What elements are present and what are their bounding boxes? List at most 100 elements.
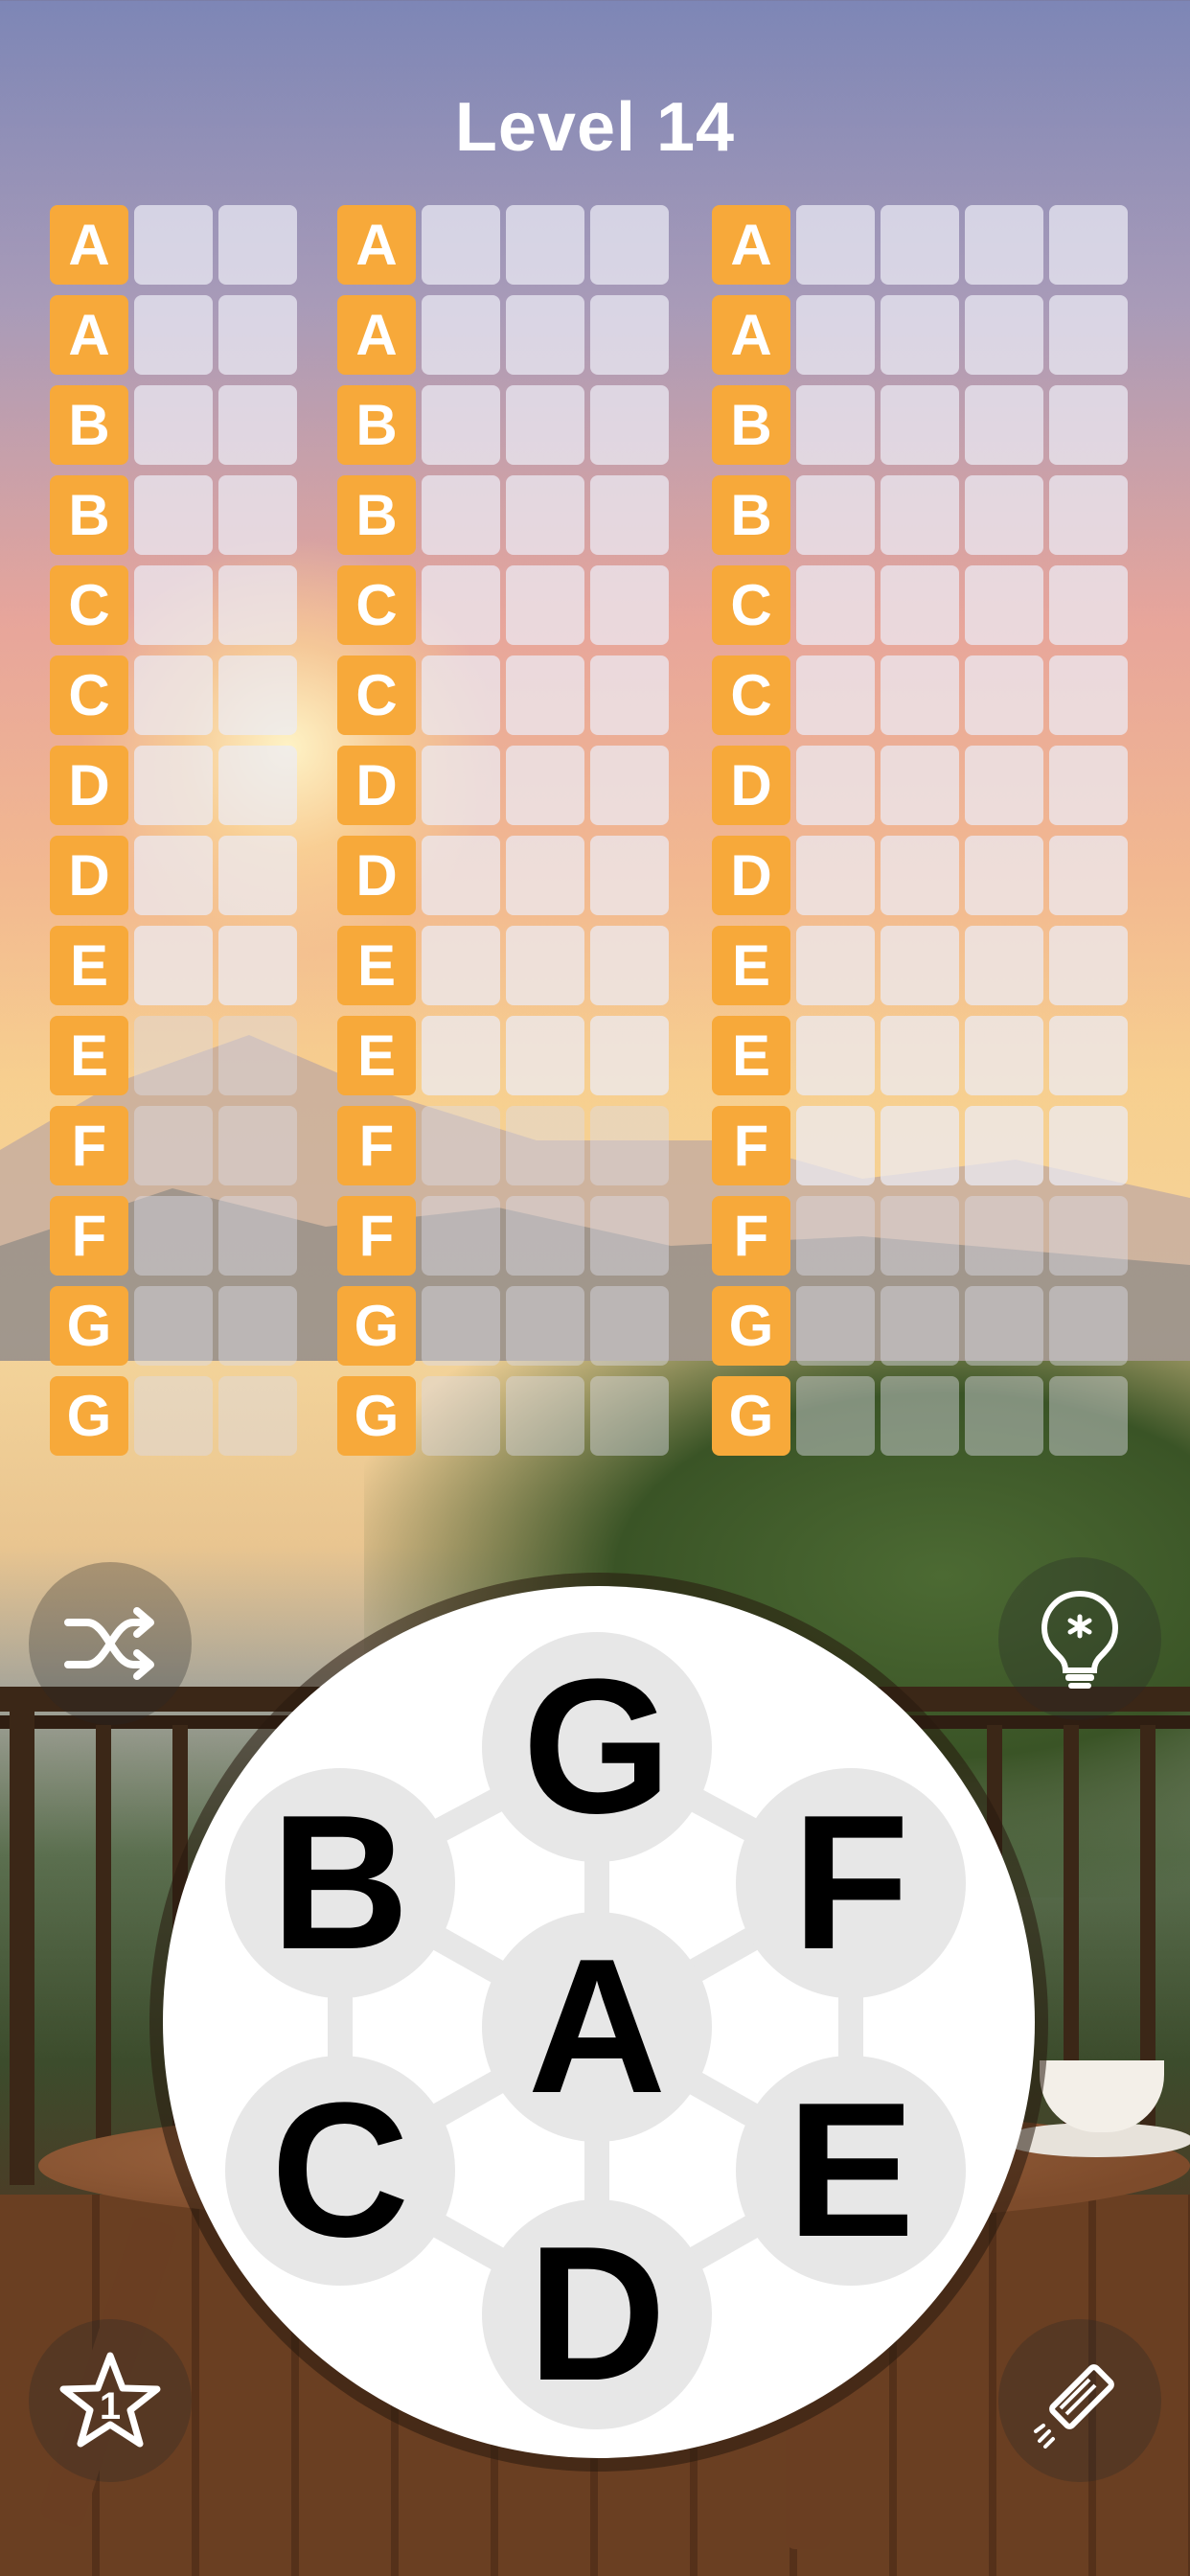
empty-tile bbox=[965, 475, 1043, 555]
wheel-letter-b[interactable]: B bbox=[225, 1768, 455, 1998]
word-row: C bbox=[337, 565, 669, 645]
empty-tile bbox=[965, 836, 1043, 915]
wheel-letter-d[interactable]: D bbox=[482, 2199, 712, 2429]
wheel-letter-f[interactable]: F bbox=[736, 1768, 966, 1998]
empty-tile bbox=[796, 1016, 875, 1095]
empty-tile bbox=[422, 746, 500, 825]
empty-tile bbox=[881, 1196, 959, 1276]
word-row: D bbox=[50, 746, 297, 825]
empty-tile bbox=[218, 295, 297, 375]
empty-tile bbox=[590, 656, 669, 735]
word-row: A bbox=[50, 205, 297, 285]
empty-tile bbox=[218, 1376, 297, 1456]
empty-tile bbox=[218, 1016, 297, 1095]
word-row: G bbox=[337, 1376, 669, 1456]
letter-tile: G bbox=[712, 1286, 790, 1366]
word-row: E bbox=[50, 1016, 297, 1095]
empty-tile bbox=[881, 205, 959, 285]
word-row: C bbox=[50, 656, 297, 735]
letter-tile: E bbox=[712, 926, 790, 1005]
empty-tile bbox=[881, 926, 959, 1005]
empty-tile bbox=[590, 926, 669, 1005]
word-row: E bbox=[337, 1016, 669, 1095]
empty-tile bbox=[134, 1106, 213, 1185]
empty-tile bbox=[218, 746, 297, 825]
empty-tile bbox=[422, 475, 500, 555]
empty-tile bbox=[881, 1376, 959, 1456]
empty-tile bbox=[134, 746, 213, 825]
empty-tile bbox=[796, 656, 875, 735]
empty-tile bbox=[1049, 295, 1128, 375]
letter-tile: B bbox=[50, 385, 128, 465]
empty-tile bbox=[881, 1106, 959, 1185]
empty-tile bbox=[506, 475, 584, 555]
word-row: F bbox=[712, 1196, 1128, 1276]
empty-tile bbox=[422, 1106, 500, 1185]
empty-tile bbox=[506, 836, 584, 915]
word-row: B bbox=[712, 475, 1128, 555]
letter-tile: E bbox=[50, 926, 128, 1005]
letter-tile: A bbox=[50, 205, 128, 285]
empty-tile bbox=[134, 1376, 213, 1456]
empty-tile bbox=[506, 656, 584, 735]
empty-tile bbox=[422, 1016, 500, 1095]
empty-tile bbox=[881, 1016, 959, 1095]
empty-tile bbox=[134, 1196, 213, 1276]
level-title: Level 14 bbox=[454, 89, 736, 166]
letter-tile: A bbox=[337, 295, 416, 375]
word-row: A bbox=[337, 295, 669, 375]
firework-icon bbox=[1034, 2364, 1114, 2449]
wheel-letter-c[interactable]: C bbox=[225, 2056, 455, 2286]
empty-tile bbox=[881, 836, 959, 915]
letter-tile: B bbox=[712, 385, 790, 465]
empty-tile bbox=[134, 565, 213, 645]
word-row: A bbox=[50, 295, 297, 375]
letter-tile: C bbox=[712, 565, 790, 645]
empty-tile bbox=[134, 385, 213, 465]
word-row: G bbox=[712, 1286, 1128, 1366]
empty-tile bbox=[881, 565, 959, 645]
empty-tile bbox=[1049, 836, 1128, 915]
empty-tile bbox=[134, 475, 213, 555]
letter-tile: A bbox=[337, 205, 416, 285]
empty-tile bbox=[134, 656, 213, 735]
empty-tile bbox=[218, 385, 297, 465]
letter-tile: D bbox=[337, 746, 416, 825]
word-column-3: A A B B C C D D E E F F G G bbox=[712, 205, 1128, 1466]
word-row: D bbox=[50, 836, 297, 915]
empty-tile bbox=[422, 1376, 500, 1456]
letter-tile: D bbox=[50, 746, 128, 825]
empty-tile bbox=[881, 1286, 959, 1366]
empty-tile bbox=[796, 1376, 875, 1456]
letter-tile: E bbox=[337, 926, 416, 1005]
empty-tile bbox=[965, 746, 1043, 825]
empty-tile bbox=[422, 205, 500, 285]
letter-tile: A bbox=[712, 205, 790, 285]
wheel-letter-g[interactable]: G bbox=[482, 1632, 712, 1862]
word-row: B bbox=[712, 385, 1128, 465]
empty-tile bbox=[1049, 656, 1128, 735]
wheel-letter-a[interactable]: A bbox=[482, 1912, 712, 2142]
empty-tile bbox=[965, 1376, 1043, 1456]
empty-tile bbox=[590, 205, 669, 285]
empty-tile bbox=[590, 1106, 669, 1185]
letter-tile: C bbox=[337, 656, 416, 735]
letter-tile: C bbox=[712, 656, 790, 735]
empty-tile bbox=[218, 926, 297, 1005]
wheel-letter-e[interactable]: E bbox=[736, 2056, 966, 2286]
empty-tile bbox=[965, 205, 1043, 285]
empty-tile bbox=[422, 1196, 500, 1276]
word-column-2: A A B B C C D D E E F F G G bbox=[337, 205, 669, 1466]
empty-tile bbox=[506, 565, 584, 645]
word-row: C bbox=[337, 656, 669, 735]
letter-tile: D bbox=[712, 746, 790, 825]
word-row: B bbox=[337, 385, 669, 465]
empty-tile bbox=[965, 295, 1043, 375]
empty-tile bbox=[590, 1286, 669, 1366]
empty-tile bbox=[796, 205, 875, 285]
letter-tile: D bbox=[712, 836, 790, 915]
word-row: D bbox=[712, 746, 1128, 825]
letter-wheel[interactable]: G B F A C E D bbox=[163, 1586, 1035, 2458]
empty-tile bbox=[965, 926, 1043, 1005]
letter-tile: B bbox=[337, 475, 416, 555]
